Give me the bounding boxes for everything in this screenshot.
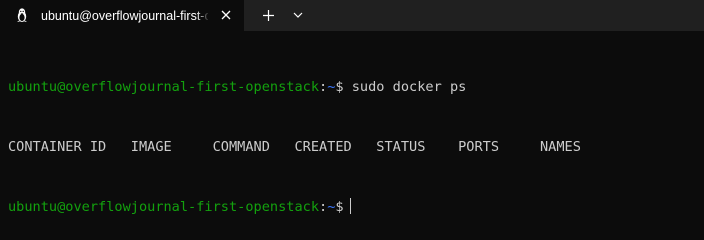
prompt-symbol: $ [335, 79, 344, 95]
tab-bar: ubuntu@overflowjournal-first-openstack [0, 0, 704, 31]
close-icon[interactable] [219, 8, 233, 22]
tab-title-fade [196, 4, 210, 28]
tab-ubuntu[interactable]: ubuntu@overflowjournal-first-openstack [0, 0, 244, 31]
terminal-line-command: ubuntu@overflowjournal-first-openstack:~… [8, 77, 698, 97]
prompt-user-host: ubuntu@overflowjournal-first-openstack [8, 79, 319, 95]
command-text: sudo docker ps [343, 79, 467, 95]
terminal-window: ubuntu@overflowjournal-first-openstack u… [0, 0, 704, 215]
chevron-down-icon[interactable] [292, 11, 304, 19]
text-cursor [349, 198, 351, 214]
docker-ps-header: CONTAINER ID IMAGE COMMAND CREATED STATU… [8, 139, 581, 155]
prompt-separator: : [319, 199, 328, 215]
linux-tux-icon [17, 8, 27, 22]
tab-title: ubuntu@overflowjournal-first-openstack [41, 9, 208, 23]
plus-icon[interactable] [261, 8, 276, 23]
prompt-user-host: ubuntu@overflowjournal-first-openstack [8, 199, 319, 215]
prompt-separator: : [319, 79, 328, 95]
terminal-line-prompt: ubuntu@overflowjournal-first-openstack:~… [8, 197, 698, 215]
terminal-line-output: CONTAINER ID IMAGE COMMAND CREATED STATU… [8, 137, 698, 157]
prompt-symbol: $ [335, 199, 344, 215]
terminal-output[interactable]: ubuntu@overflowjournal-first-openstack:~… [8, 37, 698, 215]
